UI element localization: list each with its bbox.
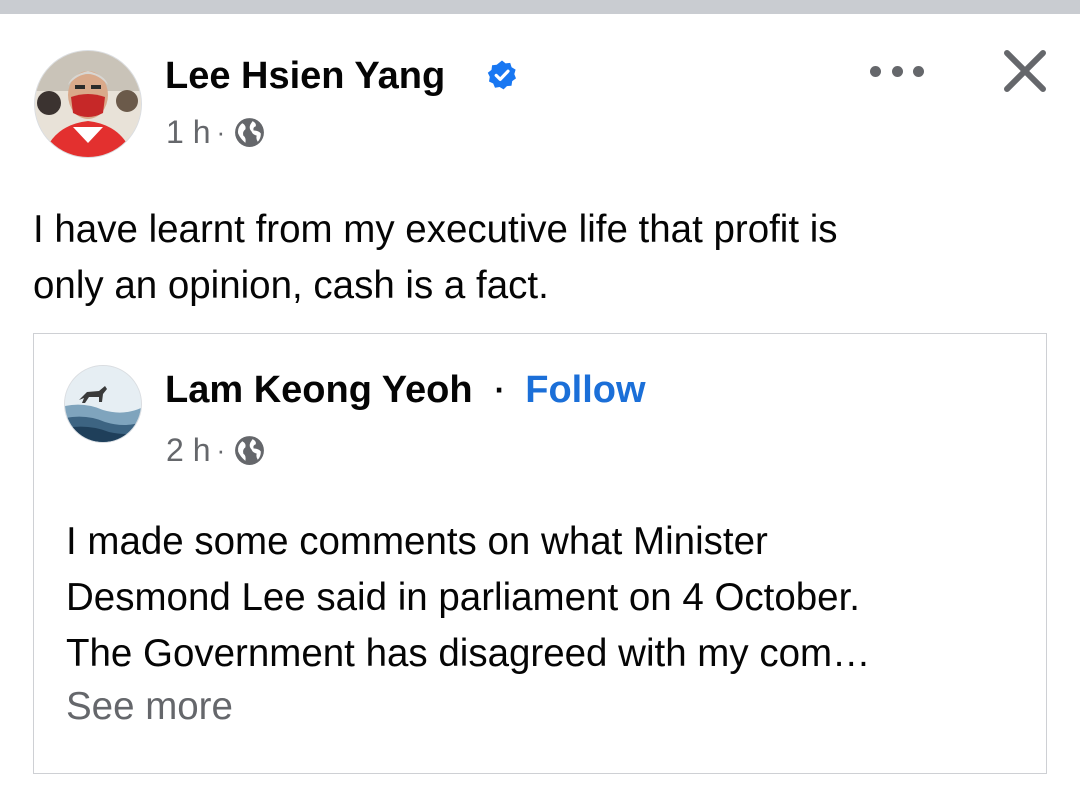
post-text: I have learnt from my executive life tha… bbox=[33, 202, 1023, 314]
shared-author-name[interactable]: Lam Keong Yeoh bbox=[165, 368, 473, 412]
close-icon[interactable] bbox=[1000, 46, 1050, 96]
post-text-line: only an opinion, cash is a fact. bbox=[33, 264, 549, 307]
verified-badge-icon bbox=[487, 60, 516, 90]
globe-icon bbox=[235, 117, 265, 147]
follow-button[interactable]: Follow bbox=[525, 368, 645, 412]
shared-post-header: Lam Keong Yeoh · Follow bbox=[165, 368, 646, 412]
see-more-link[interactable]: See more bbox=[66, 682, 233, 732]
shared-text-line: Desmond Lee said in parliament on 4 Octo… bbox=[66, 576, 860, 619]
post-meta: 1 h · bbox=[166, 114, 266, 150]
meta-separator: · bbox=[216, 117, 226, 147]
post-time[interactable]: 1 h bbox=[166, 114, 210, 150]
top-status-strip bbox=[0, 0, 1080, 14]
header-separator: · bbox=[494, 371, 506, 408]
post-text-line: I have learnt from my executive life tha… bbox=[33, 208, 838, 251]
more-options-dot bbox=[913, 65, 924, 77]
more-options-dot bbox=[870, 65, 881, 77]
more-options-dot bbox=[891, 65, 903, 77]
shared-text-line: The Government has disagreed with my com… bbox=[66, 632, 871, 675]
meta-separator: · bbox=[216, 435, 226, 465]
shared-post-meta: 2 h · bbox=[166, 432, 266, 468]
author-name[interactable]: Lee Hsien Yang bbox=[165, 54, 445, 98]
shared-post-text: I made some comments on what Minister De… bbox=[66, 514, 1026, 682]
more-options-button[interactable] bbox=[870, 58, 924, 84]
shared-text-line: I made some comments on what Minister bbox=[66, 520, 768, 563]
author-avatar[interactable] bbox=[34, 50, 142, 158]
shared-post-time[interactable]: 2 h bbox=[166, 432, 210, 468]
shared-author-avatar[interactable] bbox=[64, 365, 142, 443]
globe-icon bbox=[235, 435, 265, 465]
